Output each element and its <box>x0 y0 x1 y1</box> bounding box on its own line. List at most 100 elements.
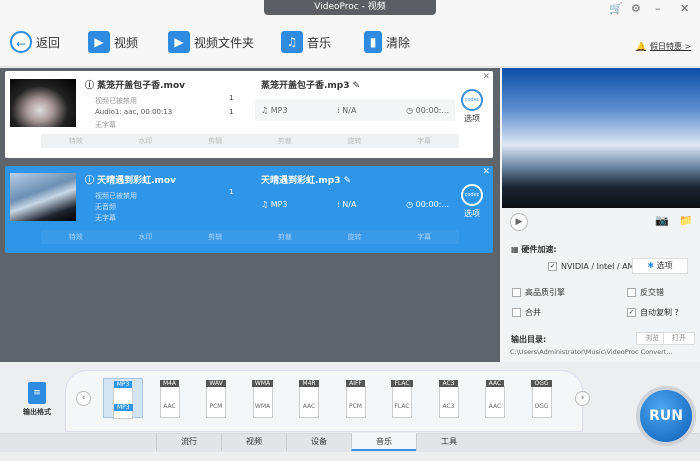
deinterlace-checkbox[interactable]: 反交错 <box>627 287 664 298</box>
format-option-aac[interactable]: AAC AAC <box>475 378 515 418</box>
tab-1[interactable]: 视频 <box>221 433 286 451</box>
source-filename: ⓘ 天晴遇到彩虹.mov <box>85 173 176 186</box>
play-button[interactable]: ▶ <box>510 213 528 231</box>
preview-controls: ▶ 📷 📁 <box>502 208 700 235</box>
remove-file-button[interactable]: ✕ <box>482 72 490 82</box>
auto-copy-checkbox[interactable]: ✓ 自动复制 ? <box>627 307 679 318</box>
gear-icon[interactable]: ⚙ <box>631 2 641 15</box>
format-file-icon: FLAC <box>392 386 412 418</box>
output-filename[interactable]: 天晴遇到彩虹.mp3 ✎ <box>261 173 351 186</box>
tab-4[interactable]: 工具 <box>416 433 481 451</box>
format-file-icon: AAC <box>485 386 505 418</box>
track-count[interactable]: 1 <box>229 188 233 196</box>
watermark-button[interactable]: 水印 <box>138 136 152 146</box>
high-quality-checkbox[interactable]: 高品质引擎 <box>512 287 565 298</box>
format-tag: M4R <box>299 380 319 387</box>
music-label: 音乐 <box>307 35 332 50</box>
watermark-button[interactable]: 水印 <box>138 232 152 242</box>
format-tag: WMA <box>251 380 274 387</box>
format-option-ac3[interactable]: AC3 AC3 <box>429 378 469 418</box>
file-card-selected[interactable]: ⓘ 天晴遇到彩虹.mov 视频已被禁用 无音频 无字幕 1 天晴遇到彩虹.mp3… <box>5 166 493 253</box>
hw-options-button[interactable]: ✱ 选项 <box>632 258 688 274</box>
info-icon[interactable]: ⓘ <box>85 81 97 91</box>
promo-link[interactable]: 🔔 假日特惠 > <box>636 33 691 59</box>
merge-checkbox[interactable]: 合并 <box>512 307 541 318</box>
info-icon[interactable]: ⓘ <box>85 176 97 186</box>
subtitle-button[interactable]: 字幕 <box>417 232 431 242</box>
cut-button[interactable]: 剪辑 <box>208 136 222 146</box>
promo-label: 假日特惠 > <box>649 41 692 51</box>
chip-icon: ▦ <box>511 245 522 254</box>
format-option-aiff[interactable]: AIFF PCM <box>336 378 376 418</box>
size-text: N/A <box>342 105 357 115</box>
codec-label: AAC <box>163 403 176 410</box>
cut-button[interactable]: 剪辑 <box>208 232 222 242</box>
back-button[interactable]: ← 返回 <box>10 29 60 55</box>
video-thumbnail <box>10 173 76 221</box>
folder-icon[interactable]: 📁 <box>679 214 693 227</box>
format-option-mp3[interactable]: MP3 MP3 <box>103 378 143 419</box>
output-filename[interactable]: 蒸笼开盖包子香.mp3 ✎ <box>261 78 360 91</box>
format-text: MP3 <box>270 105 288 115</box>
track-count[interactable]: 1 <box>229 94 233 102</box>
back-arrow-icon: ← <box>10 31 32 53</box>
format-option-m4r[interactable]: M4R AAC <box>289 378 329 418</box>
cart-icon[interactable]: 🛒 <box>609 2 623 15</box>
remove-file-button[interactable]: ✕ <box>482 167 490 177</box>
add-music-icon: ♫ <box>281 31 303 53</box>
codec-label: AC3 <box>442 403 455 410</box>
tab-0[interactable]: 流行 <box>156 433 221 451</box>
format-file-icon: PCM <box>206 386 226 418</box>
clear-button[interactable]: ▮ 清除 <box>364 29 410 55</box>
next-format-button[interactable]: › <box>575 391 590 406</box>
video-folder-label: 视频文件夹 <box>194 35 255 50</box>
effects-button[interactable]: 特效 <box>69 232 83 242</box>
close-button[interactable]: ✕ <box>680 2 689 15</box>
effects-button[interactable]: 特效 <box>69 136 83 146</box>
format-option-wma[interactable]: WMA WMA <box>243 378 283 418</box>
edit-pencil-icon[interactable]: ✎ <box>353 81 361 91</box>
rotate-button[interactable]: 旋转 <box>347 136 361 146</box>
file-card[interactable]: ⓘ 蒸笼开盖包子香.mov 视频已被禁用 Audio1: aac, 00:00:… <box>5 71 493 158</box>
gear-icon: ✱ <box>647 261 657 270</box>
video-thumbnail <box>10 79 76 127</box>
tab-2[interactable]: 设备 <box>286 433 351 451</box>
rotate-button[interactable]: 旋转 <box>347 232 361 242</box>
format-tag: AIFF <box>346 380 365 387</box>
size-value: ⁞ N/A <box>337 199 357 209</box>
format-option-ogg[interactable]: OGG OGG <box>522 378 562 418</box>
tab-3[interactable]: 音乐 <box>351 433 416 451</box>
add-video-button[interactable]: ▶ 视频 <box>88 29 138 55</box>
edit-pencil-icon[interactable]: ✎ <box>344 176 352 186</box>
run-button[interactable]: RUN <box>636 386 696 446</box>
audio-track-selector[interactable]: 1 <box>229 108 233 116</box>
audio-track-info: Audio1: aac, 00:00:13 <box>95 108 173 116</box>
codec-options-button[interactable]: codec 选项 <box>457 89 487 124</box>
crop-button[interactable]: 剪裁 <box>278 232 292 242</box>
format-tag: OGG <box>531 380 552 387</box>
open-folder-button[interactable]: 打开 <box>663 332 695 345</box>
checkbox-box <box>512 288 521 297</box>
clear-label: 清除 <box>386 35 411 50</box>
nvidia-label: NVIDIA / Intel / AMD <box>561 262 641 271</box>
format-option-m4a[interactable]: M4A AAC <box>150 378 190 418</box>
output-format-label: 输出格式 <box>23 408 51 416</box>
video-track-info: 视频已被禁用 <box>95 97 137 105</box>
output-format-button[interactable]: ≡ 输出格式 <box>22 382 52 417</box>
minimize-button[interactable]: – <box>655 2 661 15</box>
camera-icon[interactable]: 📷 <box>655 214 669 227</box>
add-video-folder-button[interactable]: ▶ 视频文件夹 <box>168 29 254 55</box>
codec-options-button[interactable]: codec 选项 <box>457 184 487 219</box>
add-music-button[interactable]: ♫ 音乐 <box>281 29 331 55</box>
duration-text: 00:00:... <box>415 105 449 115</box>
crop-button[interactable]: 剪裁 <box>278 136 292 146</box>
format-option-flac[interactable]: FLAC FLAC <box>382 378 422 418</box>
source-name: 蒸笼开盖包子香.mov <box>97 81 185 91</box>
prev-format-button[interactable]: ‹ <box>76 391 91 406</box>
subtitle-button[interactable]: 字幕 <box>417 136 431 146</box>
output-path[interactable]: C:\Users\Administrator\Music\VideoProc C… <box>510 348 673 356</box>
nvidia-checkbox[interactable]: ✓ NVIDIA / Intel / AMD <box>548 262 641 271</box>
size-text: N/A <box>342 199 357 209</box>
hw-accel-text: 硬件加速: <box>521 245 557 254</box>
format-option-wav[interactable]: WAV PCM <box>196 378 236 418</box>
